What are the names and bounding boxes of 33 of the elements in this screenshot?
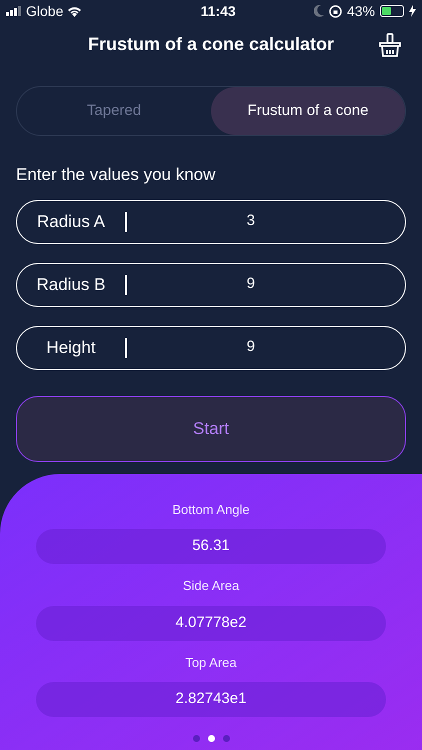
text-cursor bbox=[125, 274, 126, 294]
prompt-text: Enter the values you know bbox=[16, 164, 216, 186]
rotation-lock-icon bbox=[328, 4, 342, 18]
signal-icon bbox=[6, 6, 22, 16]
result-value: 4.07778e2 bbox=[36, 606, 386, 640]
result-value: 56.31 bbox=[36, 529, 386, 564]
battery-icon bbox=[380, 5, 404, 17]
field-label: Radius A bbox=[36, 210, 106, 233]
field-value: 3 bbox=[246, 211, 256, 232]
input-field[interactable]: Radius A 3 bbox=[16, 200, 406, 244]
result-value: 2.82743e1 bbox=[36, 682, 386, 717]
result-label: Bottom Angle bbox=[172, 500, 250, 519]
clear-button[interactable] bbox=[378, 32, 402, 58]
field-label: Height bbox=[45, 336, 97, 359]
field-value: 9 bbox=[246, 337, 256, 358]
status-time: 11:43 bbox=[200, 2, 236, 20]
carrier-name: Globe bbox=[26, 2, 64, 20]
input-field[interactable]: Radius B 9 bbox=[16, 262, 406, 306]
start-button[interactable]: Start bbox=[16, 396, 406, 462]
segment-tab[interactable]: Frustum of a cone bbox=[211, 87, 405, 135]
charging-icon bbox=[409, 5, 416, 17]
input-field[interactable]: Height 9 bbox=[16, 326, 406, 370]
basket-icon bbox=[379, 33, 401, 57]
result-label: Side Area bbox=[182, 577, 240, 595]
moon-icon bbox=[314, 5, 324, 17]
wifi-icon bbox=[67, 6, 82, 16]
battery-percent: 43% bbox=[346, 2, 375, 20]
text-cursor bbox=[125, 338, 126, 358]
text-cursor bbox=[125, 212, 126, 232]
screen-title: Frustum of a cone calculator bbox=[88, 32, 334, 56]
field-label: Radius B bbox=[36, 274, 106, 296]
result-label: Top Area bbox=[185, 654, 237, 672]
field-value: 9 bbox=[246, 274, 256, 294]
